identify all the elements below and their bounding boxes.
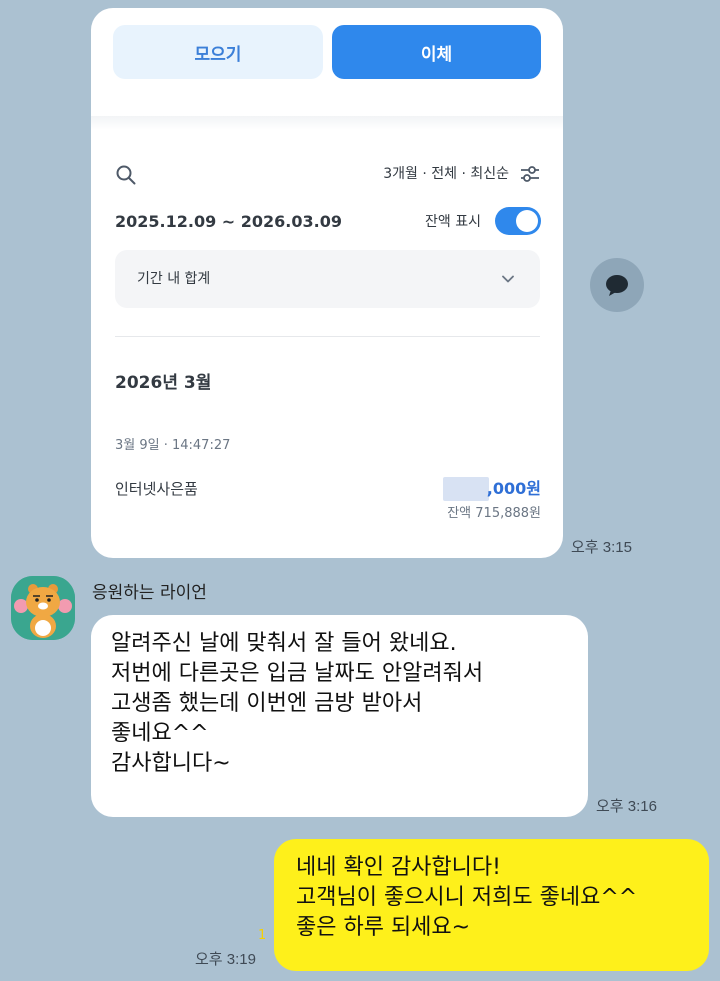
amount-blur-mask xyxy=(442,477,489,501)
toggle-knob xyxy=(516,210,538,232)
sender-name: 응원하는 라이언 xyxy=(92,583,207,603)
save-button[interactable]: 모으기 xyxy=(113,25,323,79)
avatar[interactable] xyxy=(11,576,75,640)
transfer-button[interactable]: 이체 xyxy=(332,25,541,79)
transaction-amount-text: ,000원 xyxy=(486,479,541,498)
search-icon[interactable] xyxy=(115,164,137,186)
transaction-description[interactable]: 인터넷사은품 xyxy=(115,478,198,500)
period-total-dropdown[interactable]: 기간 내 합계 xyxy=(115,250,540,308)
message-line: 저번에 다른곳은 입금 날짜도 안알려줘서 xyxy=(111,661,484,686)
message-line: 감사합니다~ xyxy=(111,751,231,776)
balance-toggle[interactable] xyxy=(495,207,541,235)
incoming-message-bubble[interactable]: 알려주신 날에 맞춰서 잘 들어 왔네요. 저번에 다른곳은 입금 날짜도 안알… xyxy=(91,615,588,817)
message-time: 오후 3:19 xyxy=(195,951,256,968)
divider xyxy=(115,336,540,337)
date-range: 2025.12.09 ~ 2026.03.09 xyxy=(115,212,342,231)
bank-history-card[interactable]: 모으기 이체 3개월 · 전체 · 최신순 2025.12.09 ~ 2026.… xyxy=(91,8,563,558)
message-line: 고객님이 좋으시니 저희도 좋네요^^ xyxy=(296,885,638,910)
transaction-datetime: 3월 9일 · 14:47:27 xyxy=(115,438,231,453)
unread-count: 1 xyxy=(258,928,267,943)
period-total-label: 기간 내 합계 xyxy=(137,271,211,287)
share-icon[interactable] xyxy=(590,258,644,312)
message-line: 알려주신 날에 맞춰서 잘 들어 왔네요. xyxy=(111,631,457,656)
chevron-down-icon xyxy=(502,275,514,283)
filter-summary[interactable]: 3개월 · 전체 · 최신순 xyxy=(383,164,509,184)
message-line: 좋은 하루 되세요~ xyxy=(296,915,471,940)
message-time: 오후 3:15 xyxy=(571,539,632,556)
section-separator xyxy=(91,116,563,130)
transaction-amount: ,000원 xyxy=(442,477,541,501)
outgoing-message-bubble[interactable]: 네네 확인 감사합니다! 고객님이 좋으시니 저희도 좋네요^^ 좋은 하루 되… xyxy=(274,839,709,971)
message-line: 네네 확인 감사합니다! xyxy=(296,855,501,880)
ryan-character-avatar xyxy=(11,576,75,640)
filter-settings-icon[interactable] xyxy=(519,163,541,185)
message-line: 고생좀 했는데 이번엔 금방 받아서 xyxy=(111,691,423,716)
transaction-balance: 잔액 715,888원 xyxy=(447,506,541,521)
balance-toggle-label: 잔액 표시 xyxy=(425,214,481,230)
speech-bubble-icon xyxy=(606,275,628,296)
month-heading: 2026년 3월 xyxy=(115,373,212,393)
message-line: 좋네요^^ xyxy=(111,721,209,746)
message-time: 오후 3:16 xyxy=(596,798,657,815)
